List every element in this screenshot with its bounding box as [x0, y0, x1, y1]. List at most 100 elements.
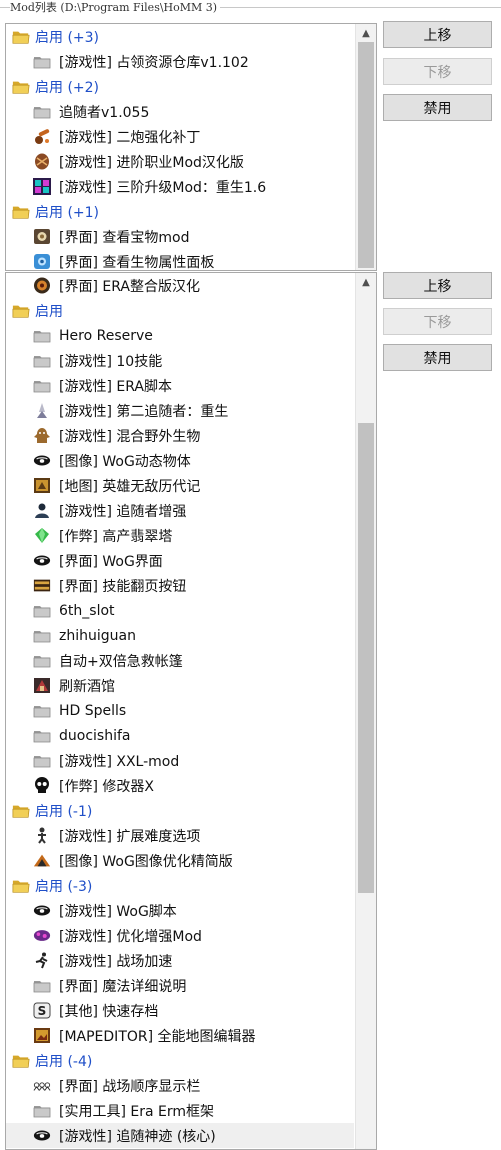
- mod-label: [游戏性] 优化增强Mod: [59, 928, 202, 945]
- scrollbar-bottom[interactable]: ▲: [355, 273, 376, 1149]
- move-down-button[interactable]: 下移: [383, 308, 492, 335]
- monster-icon: [33, 427, 51, 444]
- list-item[interactable]: [游戏性] 占领资源仓库v1.102: [6, 49, 354, 74]
- list-item[interactable]: S [其他] 快速存档: [6, 998, 354, 1023]
- move-up-button[interactable]: 上移: [383, 272, 492, 299]
- mod-label: [作弊] 修改器X: [59, 778, 154, 795]
- scrollbar-thumb[interactable]: [358, 42, 374, 268]
- list-item[interactable]: 刷新酒馆: [6, 673, 354, 698]
- list-item[interactable]: HD Spells: [6, 698, 354, 723]
- list-item[interactable]: [游戏性] 进阶职业Mod汉化版: [6, 149, 354, 174]
- list-item[interactable]: 追随者v1.055: [6, 99, 354, 124]
- mod-label: 追随者v1.055: [59, 104, 150, 121]
- scroll-up-icon[interactable]: ▲: [356, 273, 376, 291]
- mod-label: HD Spells: [59, 702, 127, 719]
- disable-button[interactable]: 禁用: [383, 94, 492, 121]
- folder-open-icon: [12, 203, 30, 220]
- mod-label: 6th_slot: [59, 602, 115, 619]
- list-item[interactable]: [游戏性] XXL-mod: [6, 748, 354, 773]
- mod-label: [图像] WoG图像优化精简版: [59, 853, 233, 870]
- group-header[interactable]: 启用: [6, 298, 354, 323]
- folder-icon: [33, 377, 51, 394]
- list-item[interactable]: [界面] 查看宝物mod: [6, 224, 354, 249]
- list-item[interactable]: Hero Reserve: [6, 323, 354, 348]
- folder-icon: [33, 977, 51, 994]
- mod-label: [界面] 魔法详细说明: [59, 978, 187, 995]
- list-item[interactable]: [界面] WoG界面: [6, 548, 354, 573]
- wog-icon: [33, 552, 51, 569]
- mod-label: [界面] 战场顺序显示栏: [59, 1078, 201, 1095]
- mod-label: [游戏性] WoG脚本: [59, 903, 177, 920]
- list-item[interactable]: [界面] 魔法详细说明: [6, 973, 354, 998]
- move-down-button[interactable]: 下移: [383, 58, 492, 85]
- scroll-up-icon[interactable]: ▲: [356, 24, 376, 42]
- mod-list-bottom-items: [界面] ERA整合版汉化启用 Hero Reserve [游戏性] 10技能 [游戏…: [6, 273, 354, 1148]
- list-item[interactable]: [实用工具] Era Erm框架: [6, 1098, 354, 1123]
- scrollbar-thumb[interactable]: [358, 423, 374, 893]
- list-item[interactable]: [作弊] 高产翡翠塔: [6, 523, 354, 548]
- emerald-icon: [33, 527, 51, 544]
- list-item[interactable]: [游戏性] 第二追随者：重生: [6, 398, 354, 423]
- group-header[interactable]: 启用 (+2): [6, 74, 354, 99]
- mod-list-bottom[interactable]: [界面] ERA整合版汉化启用 Hero Reserve [游戏性] 10技能 [游戏…: [5, 272, 377, 1150]
- wog-icon: [33, 1127, 51, 1144]
- folder-icon: [33, 53, 51, 70]
- list-item[interactable]: [游戏性] 10技能: [6, 348, 354, 373]
- list-item[interactable]: [游戏性] 优化增强Mod: [6, 923, 354, 948]
- list-item[interactable]: [游戏性] 三阶升级Mod：重生1.6: [6, 174, 354, 199]
- list-item[interactable]: [界面] ERA整合版汉化: [6, 273, 354, 298]
- list-item[interactable]: [游戏性] 二炮强化补丁: [6, 124, 354, 149]
- artifact-icon: [33, 228, 51, 245]
- mod-label: [界面] ERA整合版汉化: [59, 278, 200, 295]
- list-item[interactable]: [游戏性] 追随者增强: [6, 498, 354, 523]
- mod-label: duocishifa: [59, 727, 131, 744]
- list-item[interactable]: [游戏性] 战场加速: [6, 948, 354, 973]
- wog-image-icon: [33, 852, 51, 869]
- group-header[interactable]: 启用 (+1): [6, 199, 354, 224]
- disable-button[interactable]: 禁用: [383, 344, 492, 371]
- list-item[interactable]: [界面] 战场顺序显示栏: [6, 1073, 354, 1098]
- list-item[interactable]: zhihuiguan: [6, 623, 354, 648]
- scrollbar-top[interactable]: ▲: [355, 24, 376, 270]
- list-item[interactable]: [游戏性] WoG脚本: [6, 898, 354, 923]
- mod-label: [游戏性] XXL-mod: [59, 753, 180, 770]
- mod-list-top[interactable]: 启用 (+3) [游戏性] 占领资源仓库v1.102 启用 (+2) 追随者v1.05…: [5, 23, 377, 271]
- move-up-button[interactable]: 上移: [383, 21, 492, 48]
- folder-icon: [33, 1102, 51, 1119]
- list-item[interactable]: [地图] 英雄无敌历代记: [6, 473, 354, 498]
- group-header[interactable]: 启用 (-3): [6, 873, 354, 898]
- group-header[interactable]: 启用 (+3): [6, 24, 354, 49]
- list-item[interactable]: [图像] WoG图像优化精简版: [6, 848, 354, 873]
- mod-label: [游戏性] 第二追随者：重生: [59, 403, 229, 420]
- group-label: 启用 (-1): [35, 803, 93, 820]
- list-item[interactable]: [游戏性] 扩展难度选项: [6, 823, 354, 848]
- folder-icon: [33, 702, 51, 719]
- list-item[interactable]: [MAPEDITOR] 全能地图编辑器: [6, 1023, 354, 1048]
- mod-label: [界面] 查看宝物mod: [59, 229, 190, 246]
- groupbox-title: Mod列表 (D:\Program Files\HoMM 3): [10, 0, 221, 15]
- shield-icon: [33, 153, 51, 170]
- folder-icon: [33, 752, 51, 769]
- list-item[interactable]: [界面] 查看生物属性面板: [6, 249, 354, 270]
- list-item[interactable]: [界面] 技能翻页按钮: [6, 573, 354, 598]
- mod-label: [MAPEDITOR] 全能地图编辑器: [59, 1028, 256, 1045]
- mod-label: [游戏性] 三阶升级Mod：重生1.6: [59, 179, 267, 196]
- folder-icon: [33, 352, 51, 369]
- mod-label: [界面] 技能翻页按钮: [59, 578, 187, 595]
- folder-icon: [33, 627, 51, 644]
- mod-label: [游戏性] 10技能: [59, 353, 163, 370]
- folder-open-icon: [12, 78, 30, 95]
- list-item[interactable]: [游戏性] 追随神迹 (核心): [6, 1123, 354, 1148]
- list-item[interactable]: 自动+双倍急救帐篷: [6, 648, 354, 673]
- list-item[interactable]: [作弊] 修改器X: [6, 773, 354, 798]
- list-item[interactable]: duocishifa: [6, 723, 354, 748]
- folder-icon: [33, 652, 51, 669]
- list-item[interactable]: [图像] WoG动态物体: [6, 448, 354, 473]
- group-header[interactable]: 启用 (-1): [6, 798, 354, 823]
- list-item[interactable]: 6th_slot: [6, 598, 354, 623]
- list-item[interactable]: [游戏性] ERA脚本: [6, 373, 354, 398]
- order-bar-icon: [33, 1077, 51, 1094]
- list-item[interactable]: [游戏性] 混合野外生物: [6, 423, 354, 448]
- group-label: 启用 (+2): [35, 79, 100, 96]
- group-header[interactable]: 启用 (-4): [6, 1048, 354, 1073]
